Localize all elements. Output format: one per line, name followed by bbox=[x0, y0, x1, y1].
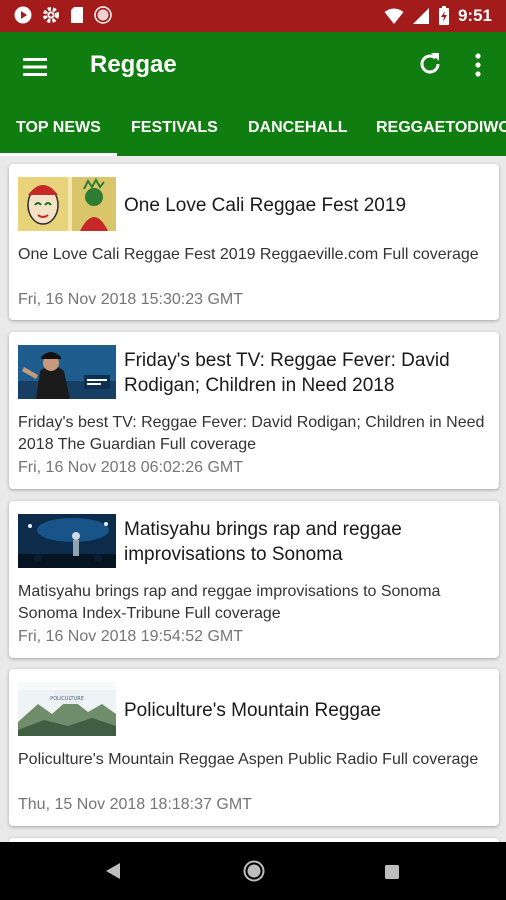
app-bar: Reggae bbox=[0, 32, 506, 100]
menu-button[interactable] bbox=[20, 52, 50, 82]
news-card[interactable]: Friday's best TV: Reggae Fever: David Ro… bbox=[9, 332, 499, 489]
article-date: Fri, 16 Nov 2018 06:02:26 GMT bbox=[18, 459, 243, 476]
system-nav-bar bbox=[0, 842, 506, 900]
article-headline: Matisyahu brings rap and reggae improvis… bbox=[124, 519, 402, 565]
back-button[interactable] bbox=[104, 862, 122, 885]
svg-text:POLICULTURE: POLICULTURE bbox=[50, 696, 84, 702]
article-summary: Friday's best TV: Reggae Fever: David Ro… bbox=[18, 414, 485, 453]
play-icon bbox=[14, 6, 32, 24]
article-date: Thu, 15 Nov 2018 18:18:37 GMT bbox=[18, 796, 252, 813]
news-card[interactable]: POLICULTURE Policulture's Mountain Regga… bbox=[9, 669, 499, 826]
article-thumbnail: POLICULTURE bbox=[18, 682, 116, 736]
article-date: Fri, 16 Nov 2018 19:54:52 GMT bbox=[18, 628, 243, 645]
news-card[interactable]: One Love Cali Reggae Fest 2019 One Love … bbox=[9, 164, 499, 320]
article-headline: Policulture's Mountain Reggae bbox=[124, 700, 382, 721]
more-vert-icon bbox=[475, 53, 481, 77]
article-thumbnail bbox=[18, 345, 116, 399]
home-button[interactable] bbox=[243, 860, 265, 887]
article-summary: One Love Cali Reggae Fest 2019 Reggaevil… bbox=[18, 246, 479, 263]
cellular-signal-icon bbox=[412, 7, 430, 25]
tab-festivals[interactable]: FESTIVALS bbox=[131, 100, 218, 156]
status-bar: 9:51 bbox=[0, 0, 506, 32]
article-thumbnail bbox=[18, 177, 116, 231]
settings-gear-icon bbox=[42, 6, 60, 24]
article-headline: Friday's best TV: Reggae Fever: David Ro… bbox=[124, 350, 450, 396]
home-circle-icon bbox=[243, 860, 265, 882]
sd-card-icon bbox=[70, 6, 84, 24]
status-time: 9:51 bbox=[457, 6, 492, 25]
record-icon bbox=[94, 6, 112, 24]
article-thumbnail bbox=[18, 514, 116, 568]
tab-top-news[interactable]: TOP NEWS bbox=[0, 100, 117, 156]
article-summary: Policulture's Mountain Reggae Aspen Publ… bbox=[18, 751, 479, 768]
refresh-icon bbox=[420, 53, 440, 74]
tab-reggaetodiwo[interactable]: REGGAETODIWO bbox=[376, 100, 506, 156]
hamburger-menu-icon bbox=[23, 58, 47, 76]
refresh-button[interactable] bbox=[416, 50, 444, 78]
wifi-icon bbox=[384, 7, 404, 25]
more-options-button[interactable] bbox=[468, 50, 488, 80]
tab-bar: TOP NEWS FESTIVALS DANCEHALL REGGAETODIW… bbox=[0, 100, 506, 156]
page-title: Reggae bbox=[90, 51, 177, 78]
article-date: Fri, 16 Nov 2018 15:30:23 GMT bbox=[18, 291, 243, 308]
recent-apps-square-icon bbox=[385, 865, 399, 879]
tab-dancehall[interactable]: DANCEHALL bbox=[248, 100, 348, 156]
back-triangle-icon bbox=[106, 863, 120, 879]
recent-apps-button[interactable] bbox=[384, 864, 400, 885]
news-card[interactable]: Matisyahu brings rap and reggae improvis… bbox=[9, 501, 499, 658]
news-list: One Love Cali Reggae Fest 2019 One Love … bbox=[0, 156, 506, 842]
article-headline: One Love Cali Reggae Fest 2019 bbox=[124, 195, 407, 216]
article-summary: Matisyahu brings rap and reggae improvis… bbox=[18, 583, 441, 622]
battery-charging-icon bbox=[438, 6, 450, 26]
